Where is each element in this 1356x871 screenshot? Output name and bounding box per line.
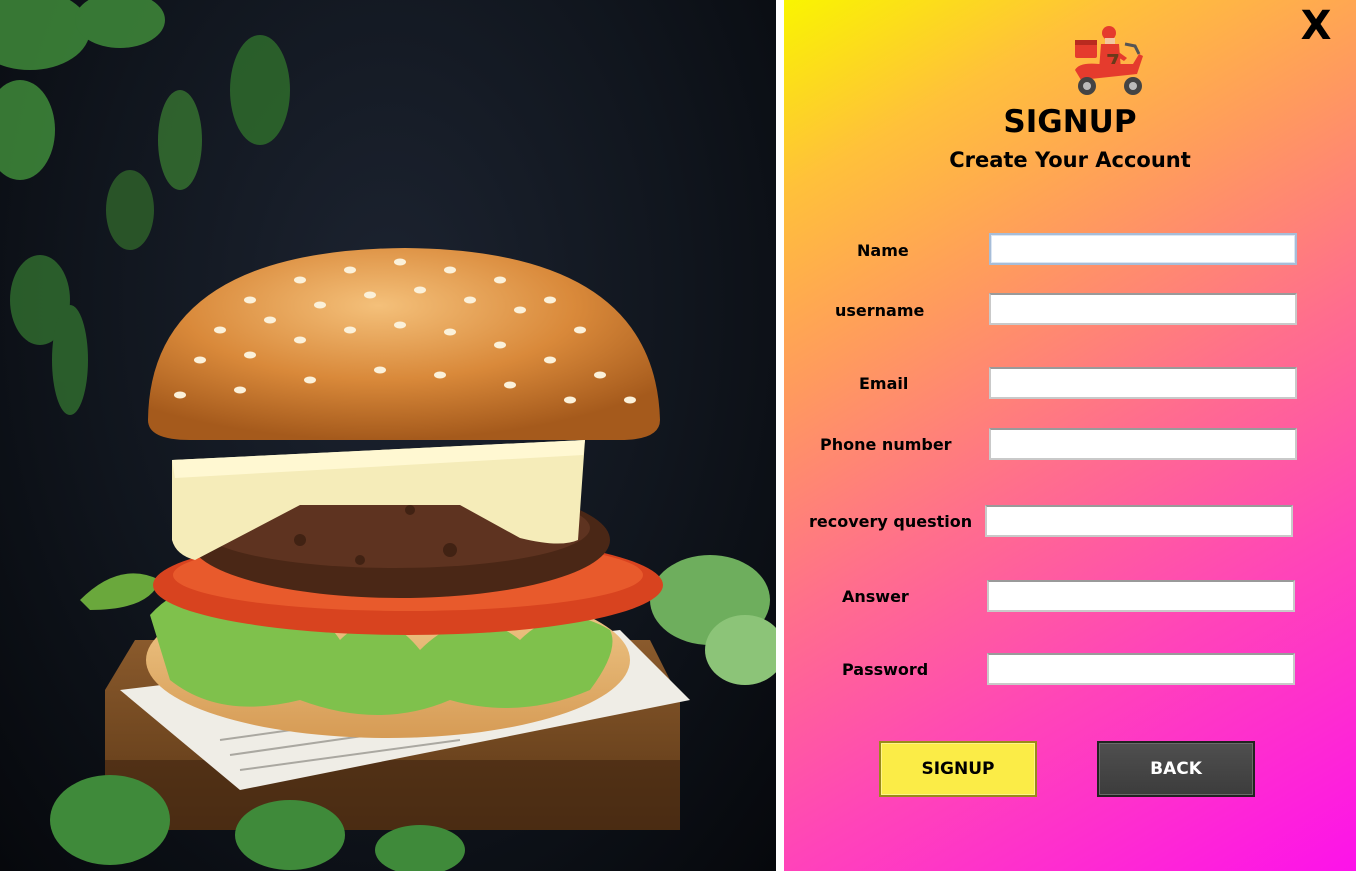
phone-number-input[interactable]: [989, 428, 1297, 460]
name-input[interactable]: [989, 233, 1297, 265]
signup-button[interactable]: SIGNUP: [879, 741, 1037, 797]
email-input[interactable]: [989, 367, 1297, 399]
answer-input[interactable]: [987, 580, 1295, 612]
page-title: SIGNUP: [1003, 104, 1137, 140]
back-button[interactable]: BACK: [1097, 741, 1255, 797]
page-subtitle: Create Your Account: [949, 148, 1191, 172]
password-label: Password: [842, 660, 929, 679]
close-icon: X: [1300, 3, 1332, 49]
name-label: Name: [857, 241, 909, 260]
burger-photo: [0, 0, 776, 871]
phone-number-label: Phone number: [820, 435, 952, 454]
recovery-question-label: recovery question: [809, 512, 973, 531]
email-label: Email: [859, 374, 909, 393]
username-label: username: [835, 301, 925, 320]
close-button[interactable]: X: [1296, 6, 1336, 46]
password-input[interactable]: [987, 653, 1295, 685]
username-input[interactable]: [989, 293, 1297, 325]
signup-panel: X 7 SIGNUP Create Your Account Name user…: [784, 0, 1356, 871]
answer-label: Answer: [842, 587, 909, 606]
delivery-scooter-icon: 7: [1075, 26, 1143, 95]
recovery-question-input[interactable]: [985, 505, 1293, 537]
